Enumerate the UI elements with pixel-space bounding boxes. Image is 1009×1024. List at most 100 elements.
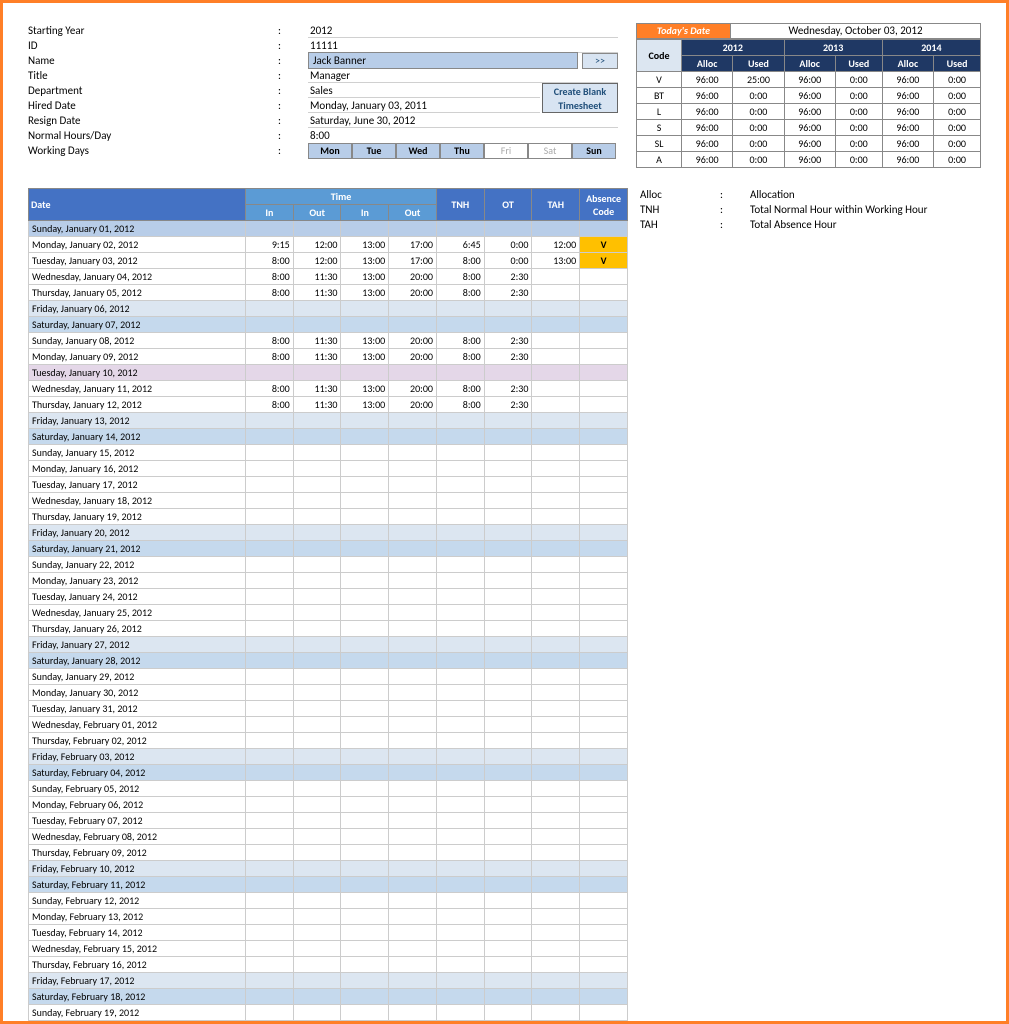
time-cell[interactable] xyxy=(484,893,532,909)
time-cell[interactable] xyxy=(532,429,580,445)
time-cell[interactable] xyxy=(293,637,341,653)
time-cell[interactable] xyxy=(246,541,294,557)
absence-cell[interactable] xyxy=(580,429,628,445)
timesheet-row[interactable]: Thursday, February 02, 2012 xyxy=(29,733,628,749)
time-cell[interactable] xyxy=(246,557,294,573)
timesheet-row[interactable]: Wednesday, February 15, 2012 xyxy=(29,941,628,957)
value-starting-year[interactable]: 2012 xyxy=(308,24,618,38)
time-cell[interactable] xyxy=(436,621,484,637)
absence-cell[interactable] xyxy=(580,893,628,909)
absence-cell[interactable] xyxy=(580,397,628,413)
time-cell[interactable] xyxy=(293,653,341,669)
absence-cell[interactable] xyxy=(580,669,628,685)
time-cell[interactable] xyxy=(246,685,294,701)
time-cell[interactable]: 8:00 xyxy=(246,333,294,349)
time-cell[interactable] xyxy=(341,589,389,605)
time-cell[interactable] xyxy=(246,493,294,509)
time-cell[interactable] xyxy=(341,685,389,701)
time-cell[interactable] xyxy=(484,909,532,925)
time-cell[interactable] xyxy=(484,669,532,685)
time-cell[interactable] xyxy=(436,429,484,445)
time-cell[interactable] xyxy=(532,749,580,765)
time-cell[interactable] xyxy=(389,573,437,589)
time-cell[interactable] xyxy=(436,461,484,477)
date-cell[interactable]: Thursday, January 12, 2012 xyxy=(29,397,246,413)
absence-cell[interactable] xyxy=(580,877,628,893)
time-cell[interactable] xyxy=(341,637,389,653)
date-cell[interactable]: Friday, January 27, 2012 xyxy=(29,637,246,653)
time-cell[interactable]: 8:00 xyxy=(436,333,484,349)
time-cell[interactable] xyxy=(341,957,389,973)
time-cell[interactable] xyxy=(341,365,389,381)
time-cell[interactable] xyxy=(341,509,389,525)
time-cell[interactable] xyxy=(389,925,437,941)
time-cell[interactable] xyxy=(341,701,389,717)
date-cell[interactable]: Friday, January 06, 2012 xyxy=(29,301,246,317)
date-cell[interactable]: Sunday, February 19, 2012 xyxy=(29,1005,246,1021)
time-cell[interactable] xyxy=(436,893,484,909)
time-cell[interactable] xyxy=(389,701,437,717)
time-cell[interactable] xyxy=(436,781,484,797)
absence-cell[interactable] xyxy=(580,605,628,621)
date-cell[interactable]: Tuesday, February 14, 2012 xyxy=(29,925,246,941)
date-cell[interactable]: Friday, February 03, 2012 xyxy=(29,749,246,765)
timesheet-row[interactable]: Saturday, February 18, 2012 xyxy=(29,989,628,1005)
time-cell[interactable] xyxy=(389,653,437,669)
absence-cell[interactable] xyxy=(580,333,628,349)
time-cell[interactable] xyxy=(389,509,437,525)
time-cell[interactable] xyxy=(341,221,389,237)
absence-cell[interactable] xyxy=(580,301,628,317)
timesheet-row[interactable]: Saturday, January 07, 2012 xyxy=(29,317,628,333)
timesheet-row[interactable]: Monday, February 06, 2012 xyxy=(29,797,628,813)
timesheet-row[interactable]: Sunday, February 05, 2012 xyxy=(29,781,628,797)
time-cell[interactable] xyxy=(532,925,580,941)
date-cell[interactable]: Thursday, January 26, 2012 xyxy=(29,621,246,637)
time-cell[interactable] xyxy=(436,541,484,557)
time-cell[interactable] xyxy=(246,461,294,477)
time-cell[interactable]: 12:00 xyxy=(532,237,580,253)
time-cell[interactable] xyxy=(484,845,532,861)
timesheet-row[interactable]: Thursday, February 16, 2012 xyxy=(29,957,628,973)
time-cell[interactable] xyxy=(484,765,532,781)
time-cell[interactable] xyxy=(389,589,437,605)
time-cell[interactable] xyxy=(246,637,294,653)
timesheet-row[interactable]: Friday, February 17, 2012 xyxy=(29,973,628,989)
time-cell[interactable] xyxy=(246,301,294,317)
date-cell[interactable]: Wednesday, February 01, 2012 xyxy=(29,717,246,733)
time-cell[interactable] xyxy=(341,317,389,333)
time-cell[interactable] xyxy=(389,461,437,477)
absence-cell[interactable] xyxy=(580,221,628,237)
time-cell[interactable] xyxy=(532,477,580,493)
absence-cell[interactable] xyxy=(580,573,628,589)
absence-cell[interactable] xyxy=(580,941,628,957)
time-cell[interactable] xyxy=(484,637,532,653)
time-cell[interactable]: 13:00 xyxy=(341,333,389,349)
time-cell[interactable] xyxy=(293,413,341,429)
date-cell[interactable]: Monday, February 13, 2012 xyxy=(29,909,246,925)
time-cell[interactable]: 20:00 xyxy=(389,269,437,285)
absence-cell[interactable] xyxy=(580,365,628,381)
absence-cell[interactable] xyxy=(580,269,628,285)
time-cell[interactable] xyxy=(484,797,532,813)
time-cell[interactable] xyxy=(341,493,389,509)
time-cell[interactable] xyxy=(389,893,437,909)
time-cell[interactable] xyxy=(341,733,389,749)
date-cell[interactable]: Tuesday, January 31, 2012 xyxy=(29,701,246,717)
timesheet-row[interactable]: Sunday, January 22, 2012 xyxy=(29,557,628,573)
time-cell[interactable] xyxy=(341,605,389,621)
time-cell[interactable] xyxy=(293,525,341,541)
time-cell[interactable]: 11:30 xyxy=(293,269,341,285)
time-cell[interactable]: 8:00 xyxy=(246,269,294,285)
time-cell[interactable] xyxy=(436,605,484,621)
time-cell[interactable]: 8:00 xyxy=(436,269,484,285)
absence-cell[interactable] xyxy=(580,477,628,493)
time-cell[interactable] xyxy=(532,381,580,397)
time-cell[interactable] xyxy=(389,749,437,765)
timesheet-row[interactable]: Tuesday, January 10, 2012 xyxy=(29,365,628,381)
time-cell[interactable] xyxy=(532,861,580,877)
time-cell[interactable] xyxy=(532,781,580,797)
timesheet-row[interactable]: Wednesday, February 08, 2012 xyxy=(29,829,628,845)
time-cell[interactable] xyxy=(484,861,532,877)
time-cell[interactable] xyxy=(341,717,389,733)
date-cell[interactable]: Sunday, January 08, 2012 xyxy=(29,333,246,349)
